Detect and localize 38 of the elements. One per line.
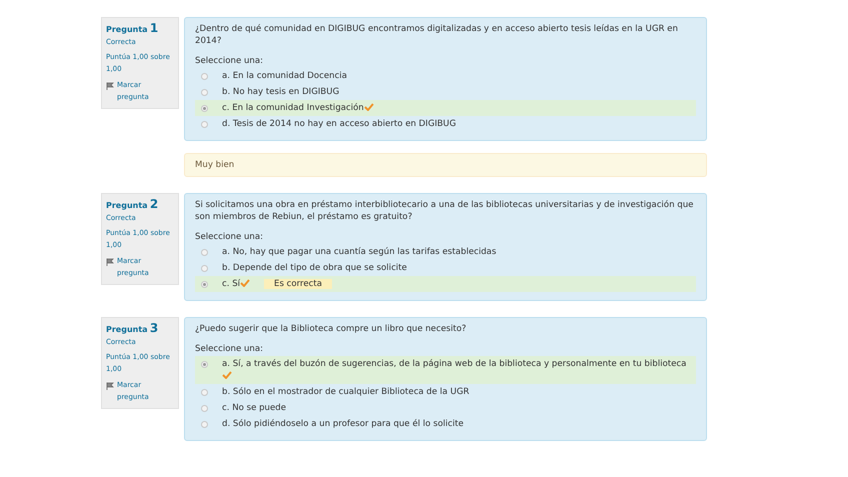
answer-prompt: Seleccione una: [195,55,264,67]
answer-prompt: Seleccione una: [195,231,264,243]
answer-option[interactable]: a. No, hay que pagar una cuantía según las tarifas establecidas [222,247,496,257]
feedback-box: Muy bien [184,153,707,177]
flag-icon[interactable] [106,258,114,266]
radio-button[interactable] [201,249,208,256]
radio-button[interactable] [201,421,208,428]
radio-button[interactable] [201,389,208,396]
answer-option[interactable]: c. Sí [222,279,240,289]
question-number: 2 [150,197,158,211]
question-label: Pregunta [106,25,148,34]
radio-button[interactable] [201,89,208,96]
question-label: Pregunta [106,325,148,334]
answer-prompt: Seleccione una: [195,343,264,355]
question-label: Pregunta [106,201,148,210]
answer-option[interactable]: d. Sólo pidiéndoselo a un profesor para que él lo solicite [222,419,464,429]
radio-button[interactable] [201,361,208,368]
answer-option[interactable]: b. No hay tesis en DIGIBUG [222,87,340,97]
radio-button[interactable] [201,281,208,288]
question-number: 1 [150,21,158,35]
flag-icon[interactable] [106,82,114,90]
flag-icon[interactable] [106,382,114,390]
answer-option[interactable]: d. Tesis de 2014 no hay en acceso abierto en DIGIBUG [222,119,456,129]
question-text: Si solicitamos una obra en préstamo interbibliotecario a una de las bibliotecas universitarias y de investigación que son miembros de Rebiun, el préstamo es gratuito? [195,199,694,223]
radio-button[interactable] [201,73,208,80]
answer-option[interactable]: a. En la comunidad Docencia [222,71,347,81]
question-text: ¿Dentro de qué comunidad en DIGIBUG encontramos digitalizadas y en acceso abierto tesis leídas en la UGR en 2014? [195,23,679,47]
question-text: ¿Puedo sugerir que la Biblioteca compre un libro que necesito? [195,323,468,335]
answer-option[interactable]: b. Depende del tipo de obra que se solicite [222,263,407,273]
radio-button[interactable] [201,105,208,112]
answer-option[interactable]: c. No se puede [222,403,286,413]
radio-button[interactable] [201,121,208,128]
radio-button[interactable] [201,405,208,412]
answer-option[interactable]: b. Sólo en el mostrador de cualquier Biblioteca de la UGR [222,387,470,397]
question-number: 3 [150,321,158,335]
answer-option[interactable]: c. En la comunidad Investigación [222,103,364,113]
radio-button[interactable] [201,265,208,272]
correct-note: Es correcta [264,279,332,289]
